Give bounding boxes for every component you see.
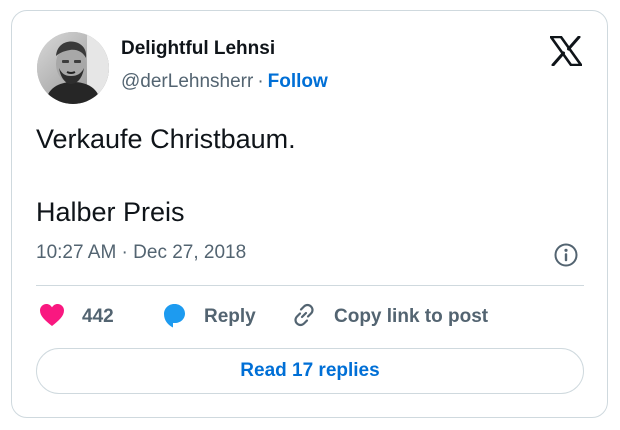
post-timestamp[interactable]: 10:27 AM · Dec 27, 2018 — [36, 242, 246, 264]
link-icon — [290, 301, 318, 334]
post-text-line-1: Verkaufe Christbaum. — [36, 124, 296, 154]
heart-icon — [39, 303, 65, 332]
copy-link-button[interactable]: Copy link to post — [290, 301, 488, 333]
handle-separator: · — [257, 71, 264, 92]
like-button[interactable]: 442 — [39, 301, 114, 333]
follow-button[interactable]: Follow — [268, 71, 328, 92]
reply-label: Reply — [204, 306, 256, 327]
author-display-name[interactable]: Delightful Lehnsi — [121, 38, 275, 60]
embedded-post-card: Delightful Lehnsi @derLehnsherr · Follow V… — [11, 10, 608, 418]
avatar[interactable] — [37, 32, 109, 104]
info-icon[interactable] — [553, 242, 579, 268]
post-text-line-2: Halber Preis — [36, 197, 185, 227]
reply-button[interactable]: Reply — [160, 301, 256, 333]
post-text: Verkaufe Christbaum. Halber Preis — [36, 121, 296, 231]
like-count: 442 — [82, 306, 114, 327]
author-handle-row: @derLehnsherr · Follow — [121, 71, 328, 93]
x-logo-icon[interactable] — [549, 35, 583, 67]
copy-link-label: Copy link to post — [334, 306, 489, 327]
speech-bubble-icon — [160, 301, 188, 334]
read-replies-button[interactable]: Read 17 replies — [36, 348, 584, 394]
divider — [36, 285, 584, 286]
author-handle[interactable]: @derLehnsherr — [121, 71, 253, 92]
